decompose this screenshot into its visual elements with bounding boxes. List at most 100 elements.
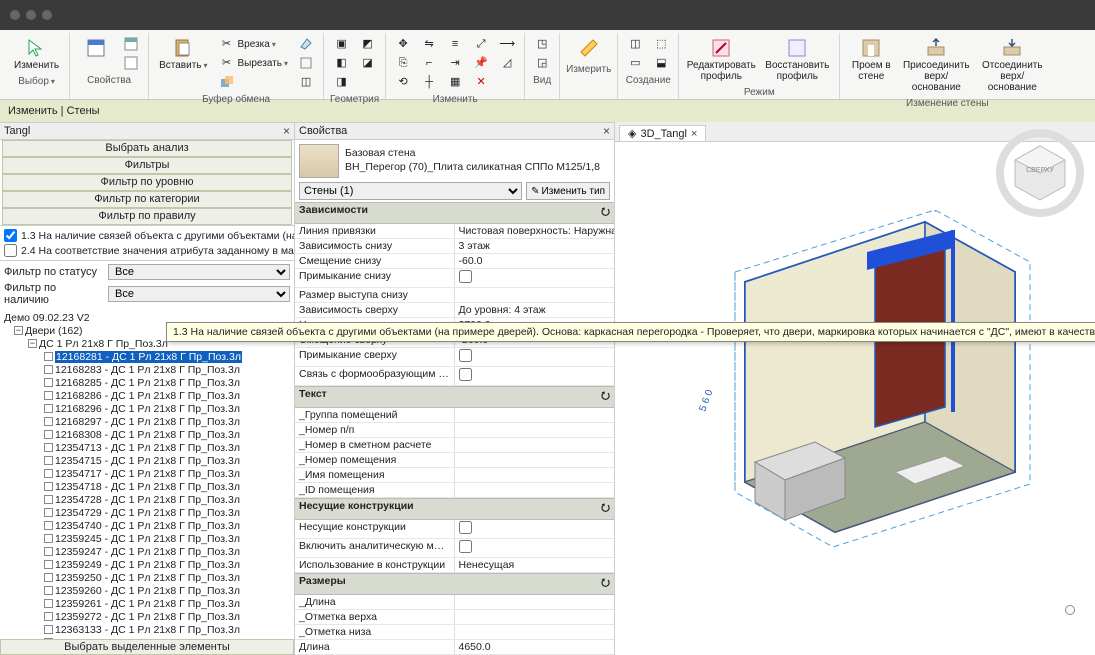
- tree-element[interactable]: 12354715 - ДС 1 Рл 21х8 Г Пр_Поз.3л: [4, 454, 290, 467]
- property-row[interactable]: Смещение снизу-60.0: [295, 254, 614, 269]
- view-icon[interactable]: ◲: [531, 54, 553, 72]
- tree-element[interactable]: 12359250 - ДС 1 Рл 21х8 Г Пр_Поз.3л: [4, 571, 290, 584]
- properties-button[interactable]: [76, 35, 116, 61]
- geom-join-icon[interactable]: [295, 54, 317, 72]
- property-row[interactable]: Длина4650.0: [295, 640, 614, 655]
- 3d-model[interactable]: 5 6 0: [685, 162, 1075, 582]
- mac-traffic-light[interactable]: [42, 10, 52, 20]
- property-row[interactable]: Несущие конструкции: [295, 520, 614, 539]
- property-checkbox[interactable]: [459, 368, 472, 381]
- copy-icon[interactable]: ⎘: [392, 54, 414, 72]
- close-icon[interactable]: ×: [283, 124, 290, 138]
- tree-element[interactable]: 12354718 - ДС 1 Рл 21х8 Г Пр_Поз.3л: [4, 480, 290, 493]
- tree-element[interactable]: 12168281 - ДС 1 Рл 21х8 Г Пр_Поз.3л: [4, 350, 290, 363]
- create-icon[interactable]: ▭: [624, 54, 646, 72]
- view-icon[interactable]: ◳: [531, 35, 553, 53]
- corner-icon[interactable]: ◿: [496, 54, 518, 72]
- trim-icon[interactable]: ⌐: [418, 54, 440, 72]
- rule-check-item[interactable]: 2.4 На соответствие значения атрибута за…: [0, 243, 294, 258]
- select-highlighted-button[interactable]: Выбрать выделенные элементы: [0, 639, 294, 655]
- property-group-header[interactable]: Размеры⭮: [295, 573, 614, 595]
- property-row[interactable]: Размер выступа снизу: [295, 288, 614, 303]
- property-group-header[interactable]: Несущие конструкции⭮: [295, 498, 614, 520]
- geom-icon[interactable]: ◪: [357, 54, 379, 72]
- rotate-icon[interactable]: ⟲: [392, 73, 414, 91]
- tangl-panel-header[interactable]: Tangl×: [0, 122, 294, 140]
- viewcube[interactable]: СВЕРХУ: [995, 128, 1085, 218]
- geom-cut-icon[interactable]: [295, 35, 317, 53]
- filter-button[interactable]: [120, 54, 142, 72]
- property-checkbox[interactable]: [459, 540, 472, 553]
- tree-element[interactable]: 12354740 - ДС 1 Рл 21х8 Г Пр_Поз.3л: [4, 519, 290, 532]
- detach-button[interactable]: Отсоединить верх/основание: [976, 35, 1048, 95]
- cut-button[interactable]: ✂Вырезать: [216, 54, 292, 72]
- tangl-filter-button[interactable]: Фильтр по категории: [2, 191, 292, 208]
- tree-element[interactable]: 12359245 - ДС 1 Рл 21х8 Г Пр_Поз.3л: [4, 532, 290, 545]
- type-props-button[interactable]: [120, 35, 142, 53]
- property-row[interactable]: _Отметка низа: [295, 625, 614, 640]
- join-button[interactable]: [216, 73, 292, 91]
- properties-panel-header[interactable]: Свойства×: [295, 122, 614, 140]
- attach-button[interactable]: Присоединить верх/основание: [900, 35, 972, 95]
- tree-element[interactable]: 12168308 - ДС 1 Рл 21х8 Г Пр_Поз.3л: [4, 428, 290, 441]
- property-row[interactable]: _Отметка верха: [295, 610, 614, 625]
- tree-element[interactable]: 12168286 - ДС 1 Рл 21х8 Г Пр_Поз.3л: [4, 389, 290, 402]
- property-row[interactable]: _Номер п/п: [295, 423, 614, 438]
- cope-button[interactable]: ✂Врезка: [216, 35, 292, 53]
- property-row[interactable]: Примыкание снизу: [295, 269, 614, 288]
- tree-element[interactable]: 12363133 - ДС 1 Рл 21х8 Г Пр_Поз.3л: [4, 623, 290, 636]
- tree-element[interactable]: 12359261 - ДС 1 Рл 21х8 Г Пр_Поз.3л: [4, 597, 290, 610]
- close-icon[interactable]: ×: [603, 124, 610, 138]
- property-group-header[interactable]: Зависимости⭮: [295, 202, 614, 224]
- tree-element[interactable]: 12168296 - ДС 1 Рл 21х8 Г Пр_Поз.3л: [4, 402, 290, 415]
- property-row[interactable]: _Длина: [295, 595, 614, 610]
- property-row[interactable]: _ID помещения: [295, 483, 614, 498]
- tree-element[interactable]: 12359272 - ДС 1 Рл 21х8 Г Пр_Поз.3л: [4, 610, 290, 623]
- geom-icon[interactable]: ◩: [357, 35, 379, 53]
- property-row[interactable]: Включить аналитическую модель: [295, 539, 614, 558]
- tree-element[interactable]: 12168285 - ДС 1 Рл 21х8 Г Пр_Поз.3л: [4, 376, 290, 389]
- wall-opening-button[interactable]: Проем в стене: [846, 35, 896, 84]
- create-icon[interactable]: ⬚: [650, 35, 672, 53]
- rule-checkbox[interactable]: [4, 229, 17, 242]
- array-icon[interactable]: ▦: [444, 73, 466, 91]
- view-tab[interactable]: ◈3D_Tangl×: [619, 125, 706, 141]
- property-group-header[interactable]: Текст⭮: [295, 386, 614, 408]
- reset-profile-button[interactable]: Восстановить профиль: [761, 35, 833, 84]
- tree-element[interactable]: 12359247 - ДС 1 Рл 21х8 Г Пр_Поз.3л: [4, 545, 290, 558]
- group-label-select[interactable]: Выбор: [18, 76, 55, 87]
- create-icon[interactable]: ◫: [624, 35, 646, 53]
- property-row[interactable]: Зависимость сверхуДо уровня: 4 этаж: [295, 303, 614, 318]
- tangl-filter-button[interactable]: Выбрать анализ: [2, 140, 292, 157]
- scale-icon[interactable]: ⤢: [470, 35, 492, 53]
- align-icon[interactable]: ≡: [444, 35, 466, 53]
- paste-button[interactable]: Вставить: [155, 35, 211, 73]
- pin-icon[interactable]: 📌: [470, 54, 492, 72]
- property-checkbox[interactable]: [459, 270, 472, 283]
- geom-icon[interactable]: ◧: [331, 54, 353, 72]
- geom-icon[interactable]: ▣: [331, 35, 353, 53]
- viewport[interactable]: ◈3D_Tangl× 5 6 0: [615, 122, 1095, 655]
- tree[interactable]: Демо 09.02.23 V2−Двери (162)−ДС 1 Рл 21х…: [0, 309, 294, 639]
- rule-checkbox[interactable]: [4, 244, 17, 257]
- measure-button[interactable]: [569, 35, 609, 61]
- filter-select[interactable]: Все: [108, 286, 290, 302]
- property-checkbox[interactable]: [459, 521, 472, 534]
- property-row[interactable]: _Группа помещений: [295, 408, 614, 423]
- property-row[interactable]: _Имя помещения: [295, 468, 614, 483]
- tree-element[interactable]: 12354729 - ДС 1 Рл 21х8 Г Пр_Поз.3л: [4, 506, 290, 519]
- tree-element[interactable]: 12354717 - ДС 1 Рл 21х8 Г Пр_Поз.3л: [4, 467, 290, 480]
- create-icon[interactable]: ⬓: [650, 54, 672, 72]
- property-row[interactable]: Связь с формообразующим эле...: [295, 367, 614, 386]
- property-row[interactable]: _Номер в сметном расчете: [295, 438, 614, 453]
- mac-traffic-light[interactable]: [26, 10, 36, 20]
- property-row[interactable]: Линия привязкиЧистовая поверхность: Нару…: [295, 224, 614, 239]
- tangl-filter-button[interactable]: Фильтр по правилу: [2, 208, 292, 225]
- rule-check-item[interactable]: 1.3 На наличие связей объекта с другими …: [0, 228, 294, 243]
- property-row[interactable]: Использование в конструкцииНенесущая: [295, 558, 614, 573]
- geom-icon[interactable]: ◨: [331, 73, 353, 91]
- tree-element[interactable]: 12359260 - ДС 1 Рл 21х8 Г Пр_Поз.3л: [4, 584, 290, 597]
- edit-profile-button[interactable]: Редактировать профиль: [685, 35, 757, 84]
- tree-element[interactable]: 12168297 - ДС 1 Рл 21х8 Г Пр_Поз.3л: [4, 415, 290, 428]
- offset-icon[interactable]: ⇥: [444, 54, 466, 72]
